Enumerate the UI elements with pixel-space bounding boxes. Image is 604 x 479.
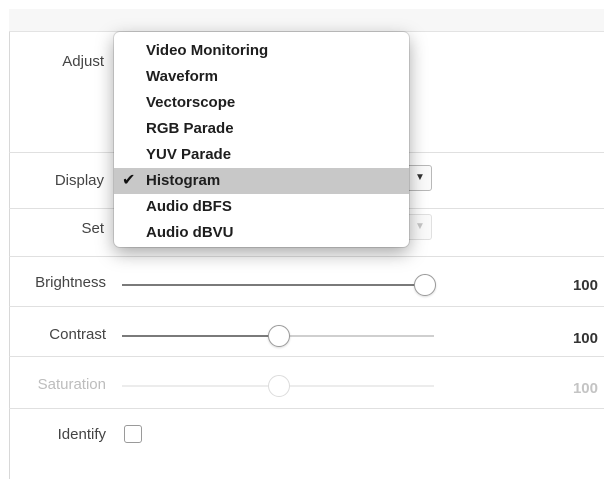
contrast-value: 100 (572, 330, 598, 347)
identify-label: Identify (57, 426, 106, 443)
menu-item-label: Waveform (146, 68, 218, 85)
saturation-label: Saturation (37, 376, 106, 393)
menu-item[interactable]: RGB Parade (114, 116, 409, 142)
display-dropdown-menu: Video Monitoring Waveform Vectorscope RGB P… (114, 32, 409, 247)
menu-item[interactable]: Video Monitoring (114, 38, 409, 64)
menu-item-label: Audio dBVU (146, 224, 234, 241)
chevron-down-icon: ▼ (408, 215, 431, 239)
divider (9, 408, 604, 409)
divider (9, 356, 604, 357)
brightness-slider[interactable] (122, 274, 436, 296)
adjust-label: Adjust (62, 53, 104, 70)
brightness-value: 100 (572, 277, 598, 294)
menu-item-label: Video Monitoring (146, 42, 269, 59)
menu-item[interactable]: Audio dBFS (114, 194, 409, 220)
saturation-value: 100 (572, 380, 598, 397)
chevron-down-icon: ▼ (408, 166, 431, 190)
menu-item-label: YUV Parade (146, 146, 232, 163)
divider (9, 256, 604, 257)
slider-thumb[interactable] (268, 325, 290, 347)
slider-fill (122, 335, 278, 337)
slider-fill (122, 284, 424, 286)
slider-thumb[interactable] (268, 375, 290, 397)
menu-item[interactable]: Audio dBVU (114, 220, 409, 246)
menu-item[interactable]: Vectorscope (114, 90, 409, 116)
brightness-label: Brightness (35, 274, 106, 291)
divider (9, 306, 604, 307)
menu-item[interactable]: YUV Parade (114, 142, 409, 168)
checkmark-icon: ✔ (122, 172, 136, 189)
display-label: Display (54, 172, 104, 189)
panel-header (9, 9, 604, 32)
slider-fill (122, 385, 278, 387)
menu-item-label: Histogram (146, 172, 221, 189)
set-label: Set (81, 220, 104, 237)
identify-checkbox[interactable] (124, 425, 142, 443)
contrast-slider[interactable] (122, 325, 434, 347)
menu-item-label: RGB Parade (146, 120, 234, 137)
menu-item[interactable]: ✔ Histogram (114, 168, 409, 194)
slider-thumb[interactable] (414, 274, 436, 296)
menu-item-label: Audio dBFS (146, 198, 232, 215)
menu-item-label: Vectorscope (146, 94, 236, 111)
saturation-slider[interactable] (122, 375, 434, 397)
menu-item[interactable]: Waveform (114, 64, 409, 90)
contrast-label: Contrast (49, 326, 106, 343)
